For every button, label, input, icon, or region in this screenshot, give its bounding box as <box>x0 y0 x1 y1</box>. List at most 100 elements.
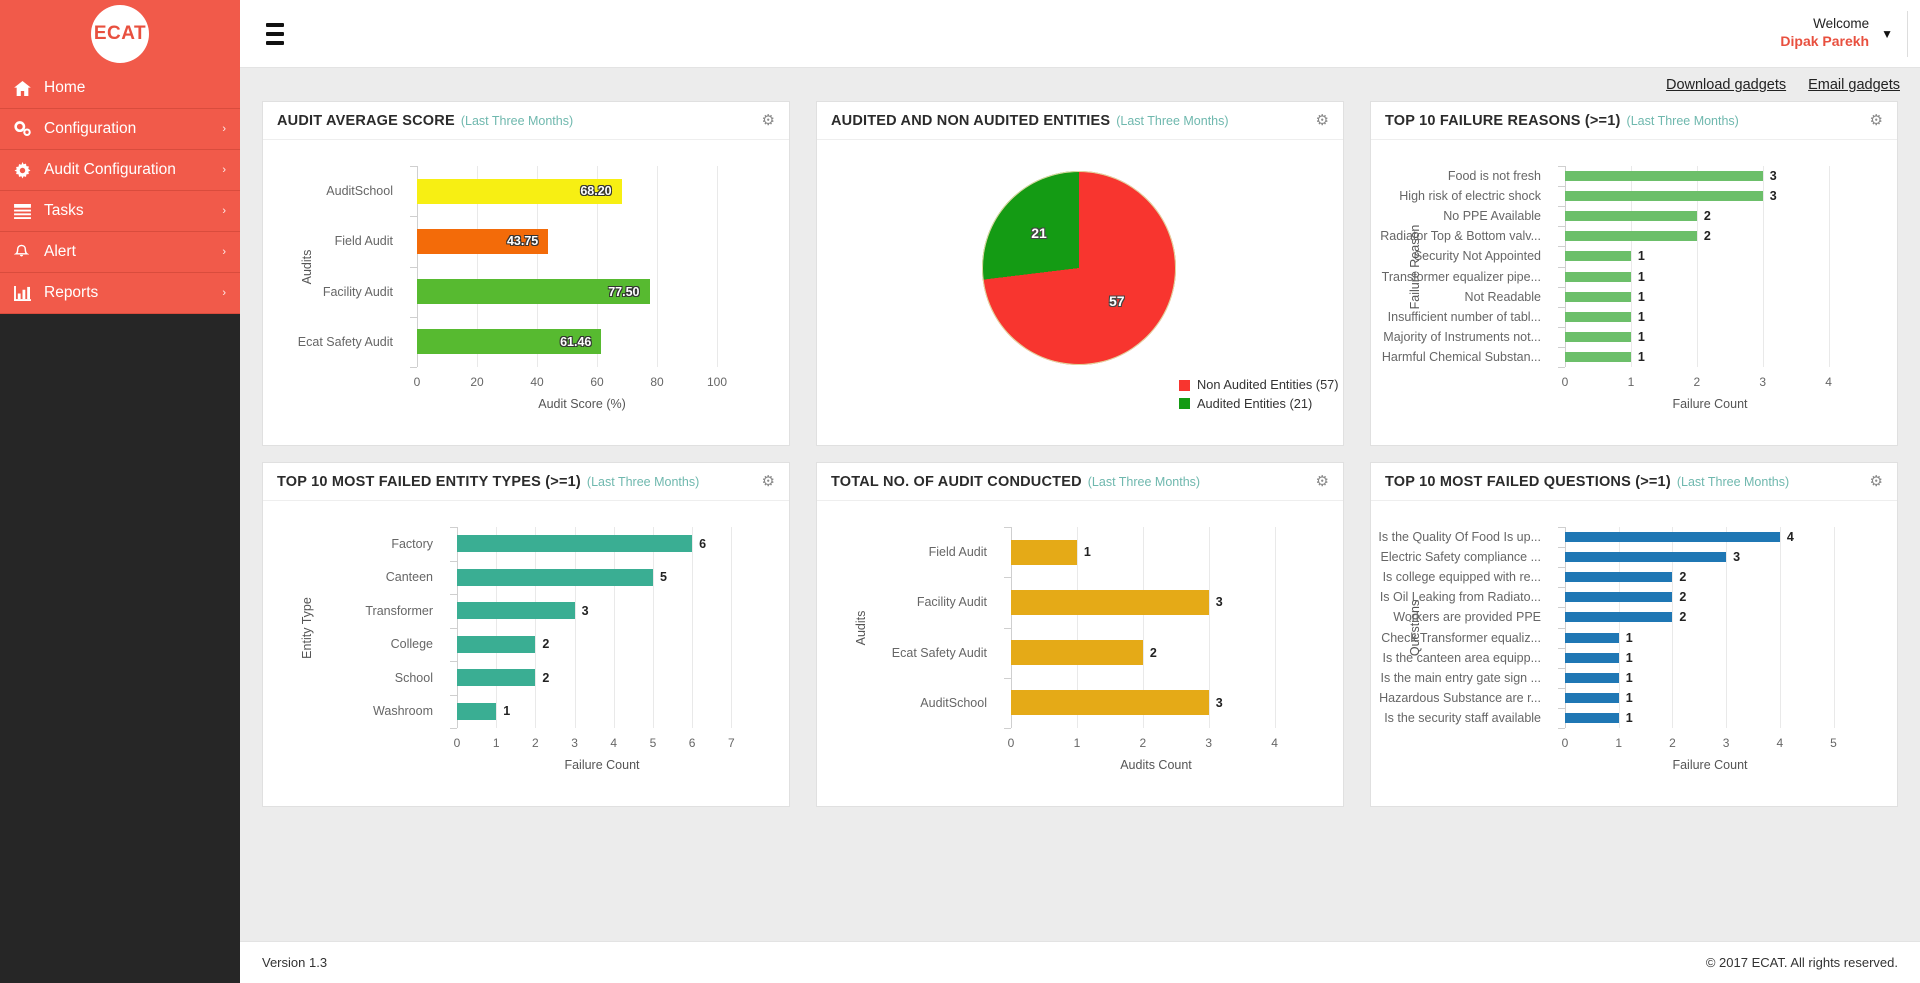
bar[interactable] <box>457 602 575 620</box>
gear-icon[interactable]: ⚙ <box>1316 474 1329 489</box>
bar[interactable] <box>1565 311 1631 322</box>
axis-tick <box>410 367 417 368</box>
app-logo[interactable]: ECAT <box>0 0 240 68</box>
bar[interactable] <box>1565 291 1631 302</box>
bar[interactable] <box>1565 251 1631 262</box>
gridline <box>535 527 537 728</box>
bar[interactable] <box>1565 191 1763 202</box>
category-label: Field Audit <box>334 234 393 249</box>
user-menu[interactable]: Welcome Dipak Parekh ▼ <box>1780 10 1908 57</box>
x-tick-label: 3 <box>1722 736 1730 750</box>
bar[interactable] <box>1565 231 1697 242</box>
bar[interactable] <box>1011 690 1209 716</box>
gear-icon[interactable]: ⚙ <box>1316 113 1329 128</box>
card-title: TOP 10 MOST FAILED ENTITY TYPES (>=1) <box>277 473 581 490</box>
chevron-down-icon[interactable]: ▼ <box>1881 27 1893 41</box>
sidebar-item-tasks[interactable]: Tasks › <box>0 191 240 232</box>
card-body: 57 21 Non Audited Entities (57) Audited Ent… <box>817 140 1343 445</box>
gear-icon[interactable]: ⚙ <box>762 474 775 489</box>
x-axis-label: Failure Count <box>1672 397 1748 411</box>
category-label: Ecat Safety Audit <box>297 334 393 349</box>
legend-item[interactable]: Non Audited Entities (57) <box>1179 376 1339 395</box>
sidebar-item-label: Tasks <box>44 202 84 219</box>
bar[interactable] <box>1565 351 1631 362</box>
x-tick-label: 0 <box>1007 736 1015 750</box>
x-tick-label: 0 <box>413 375 421 389</box>
x-axis-label: Audits Count <box>1120 758 1192 772</box>
category-label: Facility Audit <box>322 284 393 299</box>
bar[interactable] <box>1565 652 1619 663</box>
sidebar-item-home[interactable]: Home <box>0 68 240 109</box>
list-icon <box>14 203 44 219</box>
bar[interactable] <box>457 702 497 720</box>
bar[interactable] <box>1565 712 1619 723</box>
card-header: AUDIT AVERAGE SCORE (Last Three Months) ⚙ <box>263 102 789 140</box>
category-label: Field Audit <box>928 545 987 560</box>
card-body: Audits 0 20 40 60 80 100 AuditSchool 68.20 Field … <box>263 140 789 445</box>
category-label: Is the Quality Of Food Is up... <box>1378 530 1541 545</box>
bar[interactable] <box>1565 271 1631 282</box>
sidebar-item-audit-configuration[interactable]: Audit Configuration › <box>0 150 240 191</box>
category-label: Facility Audit <box>916 595 987 610</box>
axis-tick <box>1558 346 1565 348</box>
bar[interactable] <box>1565 211 1697 222</box>
download-gadgets-link[interactable]: Download gadgets <box>1666 77 1786 93</box>
bar-value-label: 3 <box>1215 695 1223 710</box>
axis-tick <box>410 216 417 218</box>
bar[interactable] <box>1565 552 1727 563</box>
bar-value-label: 2 <box>1703 229 1711 244</box>
bar[interactable] <box>1565 672 1619 683</box>
gear-icon[interactable]: ⚙ <box>762 113 775 128</box>
top-header-bar: Welcome Dipak Parekh ▼ <box>240 0 1920 68</box>
gear-icon[interactable]: ⚙ <box>1870 474 1883 489</box>
category-label: Is Oil Leaking from Radiato... <box>1379 590 1541 605</box>
card-subtitle: (Last Three Months) <box>586 474 700 489</box>
gadget-links: Download gadgets Email gadgets <box>240 68 1920 101</box>
sidebar: ECAT Home Configuration › Audit Configurati… <box>0 0 240 983</box>
bar[interactable] <box>457 669 536 687</box>
bar[interactable] <box>1565 592 1673 603</box>
axis-tick <box>1558 667 1565 669</box>
gridline <box>1779 527 1781 728</box>
email-gadgets-link[interactable]: Email gadgets <box>1808 77 1900 93</box>
chart-icon <box>14 285 44 301</box>
category-label: AuditSchool <box>920 695 987 710</box>
hamburger-icon[interactable] <box>262 19 288 49</box>
category-label: Is college equipped with re... <box>1382 570 1541 585</box>
category-label: School <box>394 670 433 685</box>
bar[interactable] <box>457 635 536 653</box>
axis-tick <box>1558 206 1565 208</box>
legend-label: Non Audited Entities (57) <box>1197 377 1339 392</box>
bar[interactable] <box>1011 640 1143 666</box>
bar[interactable] <box>1011 539 1077 565</box>
legend-item[interactable]: Audited Entities (21) <box>1179 395 1339 414</box>
bar-value-label: 2 <box>1679 610 1687 625</box>
category-label: Workers are provided PPE <box>1393 610 1541 625</box>
bar[interactable] <box>1565 632 1619 643</box>
sidebar-item-alert[interactable]: Alert › <box>0 232 240 273</box>
bar[interactable] <box>457 568 653 586</box>
category-label: Majority of Instruments not... <box>1383 329 1541 344</box>
x-tick-label: 1 <box>1073 736 1081 750</box>
sidebar-item-configuration[interactable]: Configuration › <box>0 109 240 150</box>
bar[interactable] <box>1565 532 1780 543</box>
bar[interactable] <box>1011 589 1209 615</box>
bar[interactable] <box>1565 612 1673 623</box>
bar-value-label: 3 <box>1769 169 1777 184</box>
bar[interactable] <box>1565 171 1763 182</box>
axis-tick <box>450 728 457 729</box>
y-axis-label: Questions <box>1408 599 1422 656</box>
sidebar-item-reports[interactable]: Reports › <box>0 273 240 314</box>
bar[interactable] <box>457 535 693 553</box>
category-label: Washroom <box>373 704 433 719</box>
axis-tick <box>1558 306 1565 308</box>
gear-icon[interactable]: ⚙ <box>1870 113 1883 128</box>
pie-body[interactable] <box>982 171 1176 365</box>
bar[interactable] <box>1565 692 1619 703</box>
bar[interactable] <box>1565 572 1673 583</box>
card-body: Failure Reason 0 1 2 3 4 Food is not fresh 3 Hig… <box>1371 140 1897 445</box>
bar-value-label: 2 <box>1149 645 1157 660</box>
bar[interactable] <box>1565 331 1631 342</box>
chevron-right-icon: › <box>222 287 226 299</box>
chevron-right-icon: › <box>222 123 226 135</box>
